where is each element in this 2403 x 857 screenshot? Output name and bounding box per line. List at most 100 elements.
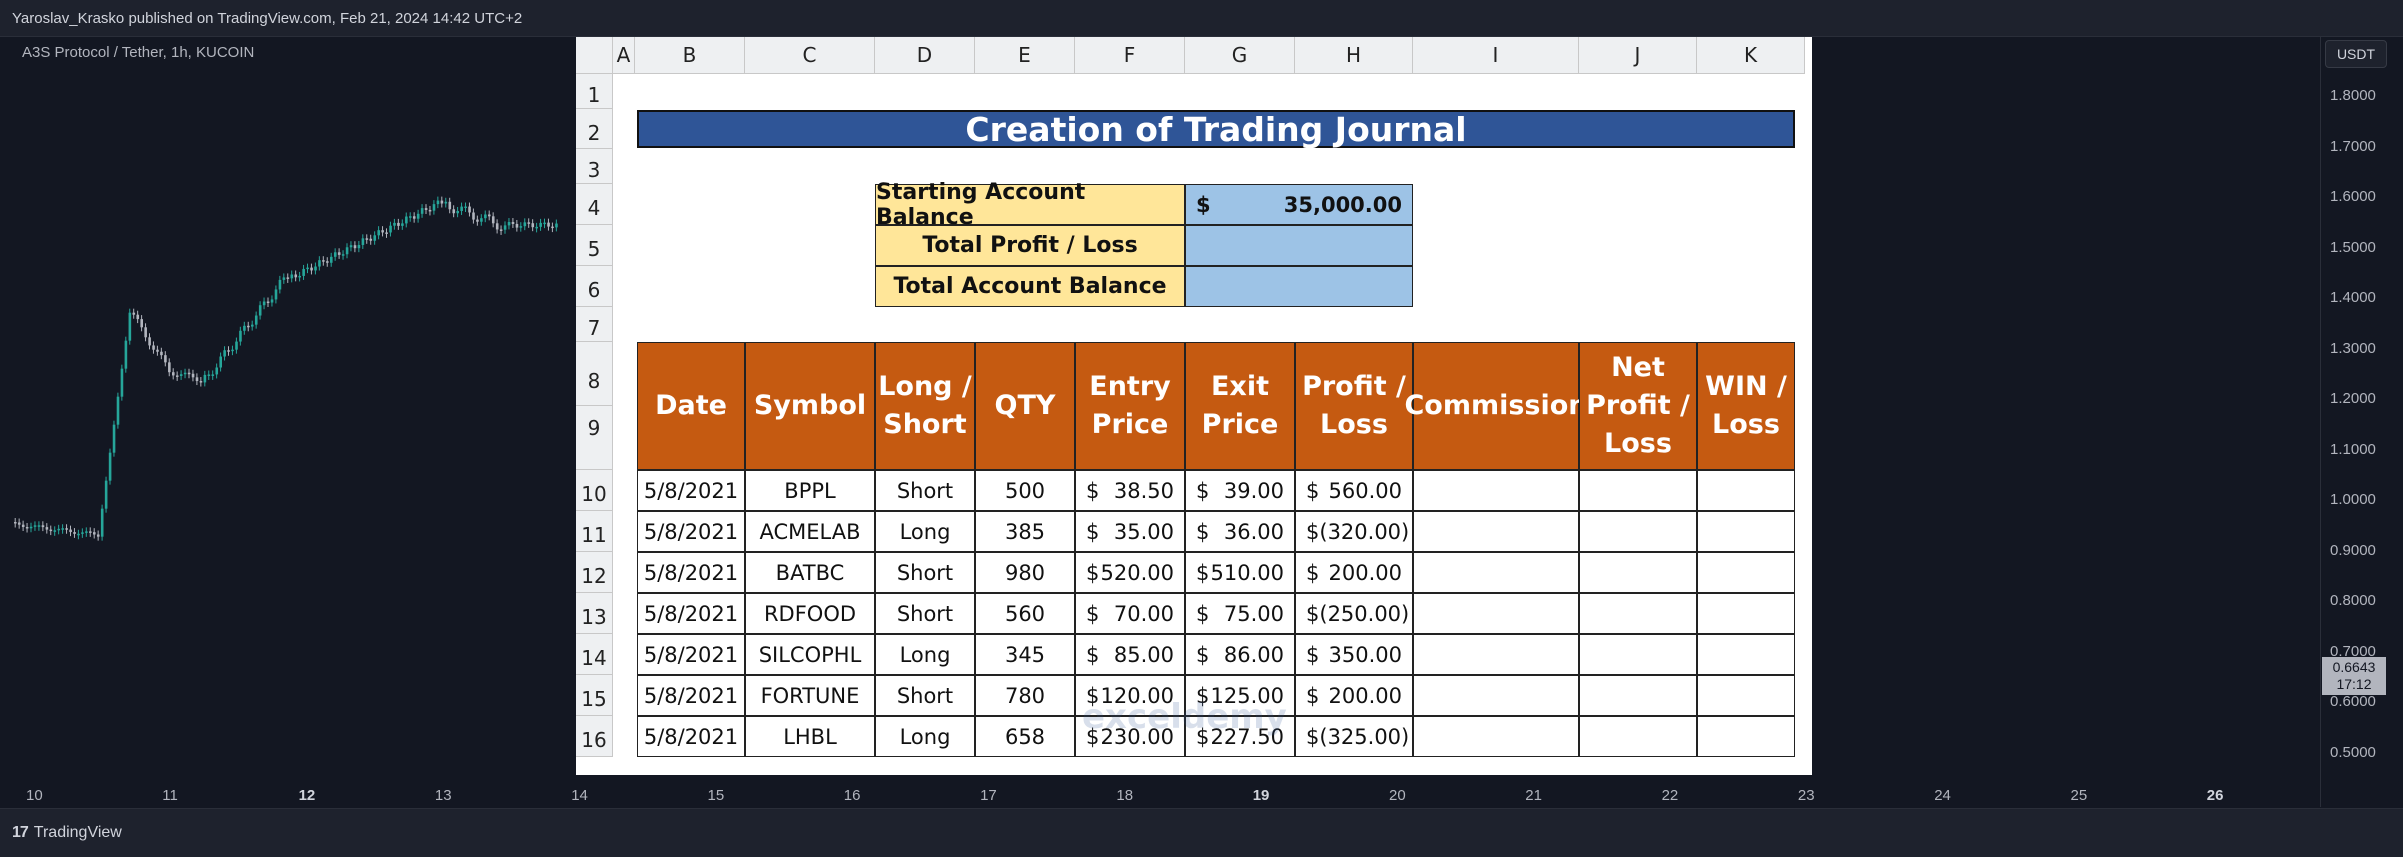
trade-side[interactable]: Long [875,511,975,552]
price-chart[interactable] [0,37,580,777]
row-header-8[interactable]: 8 [576,342,613,406]
trade-side[interactable]: Short [875,470,975,511]
trade-side[interactable]: Short [875,675,975,716]
trade-qty[interactable]: 560 [975,593,1075,634]
trade-symbol[interactable]: SILCOPHL [745,634,875,675]
trade-side[interactable]: Long [875,716,975,757]
empty-cell[interactable] [1579,593,1697,634]
empty-cell[interactable] [1697,470,1795,511]
trade-pl[interactable]: $560.00 [1295,470,1413,511]
empty-cell[interactable] [1697,552,1795,593]
row-header-1[interactable]: 1 [576,74,613,109]
trade-date[interactable]: 5/8/2021 [637,552,745,593]
trade-entry[interactable]: $70.00 [1075,593,1185,634]
row-header-13[interactable]: 13 [576,593,613,634]
trade-exit[interactable]: $86.00 [1185,634,1295,675]
column-header-C[interactable]: C [745,37,875,74]
row-header-14[interactable]: 14 [576,634,613,675]
empty-cell[interactable] [1413,593,1579,634]
trade-symbol[interactable]: LHBL [745,716,875,757]
trade-side[interactable]: Short [875,593,975,634]
empty-cell[interactable] [1697,511,1795,552]
trade-exit[interactable]: $510.00 [1185,552,1295,593]
empty-cell[interactable] [1413,675,1579,716]
trade-pl[interactable]: $350.00 [1295,634,1413,675]
row-header-10[interactable]: 10 [576,470,613,511]
trade-pl[interactable]: $200.00 [1295,675,1413,716]
summary-value[interactable] [1185,225,1413,266]
empty-cell[interactable] [1579,675,1697,716]
empty-cell[interactable] [1697,593,1795,634]
row-header-16[interactable]: 16 [576,716,613,757]
trade-date[interactable]: 5/8/2021 [637,716,745,757]
symbol-title[interactable]: A3S Protocol / Tether, 1h, KUCOIN [22,44,254,61]
empty-cell[interactable] [1697,716,1795,757]
trade-date[interactable]: 5/8/2021 [637,511,745,552]
row-header-5[interactable]: 5 [576,225,613,266]
column-header-K[interactable]: K [1697,37,1805,74]
row-header-7[interactable]: 7 [576,307,613,342]
trade-date[interactable]: 5/8/2021 [637,634,745,675]
column-header-J[interactable]: J [1579,37,1697,74]
trade-entry[interactable]: $520.00 [1075,552,1185,593]
empty-cell[interactable] [1413,470,1579,511]
trade-symbol[interactable]: FORTUNE [745,675,875,716]
trade-qty[interactable]: 658 [975,716,1075,757]
empty-cell[interactable] [1579,634,1697,675]
empty-cell[interactable] [1413,552,1579,593]
empty-cell[interactable] [1697,675,1795,716]
time-axis[interactable] [0,780,2320,808]
trade-date[interactable]: 5/8/2021 [637,675,745,716]
summary-value[interactable]: $35,000.00 [1185,184,1413,225]
empty-cell[interactable] [1579,716,1697,757]
trade-entry[interactable]: $38.50 [1075,470,1185,511]
trade-side[interactable]: Long [875,634,975,675]
empty-cell[interactable] [1579,552,1697,593]
trade-date[interactable]: 5/8/2021 [637,593,745,634]
trade-symbol[interactable]: BATBC [745,552,875,593]
tradingview-logo[interactable]: 17 TradingView [12,824,122,842]
trade-pl[interactable]: $ (250.00) [1295,593,1413,634]
column-header-I[interactable]: I [1413,37,1579,74]
trade-qty[interactable]: 980 [975,552,1075,593]
trade-pl[interactable]: $ (325.00) [1295,716,1413,757]
select-all-corner[interactable] [576,37,613,74]
empty-cell[interactable] [1413,716,1579,757]
column-header-F[interactable]: F [1075,37,1185,74]
column-header-E[interactable]: E [975,37,1075,74]
column-header-G[interactable]: G [1185,37,1295,74]
row-header-4[interactable]: 4 [576,184,613,225]
row-header-12[interactable]: 12 [576,552,613,593]
trade-entry[interactable]: $35.00 [1075,511,1185,552]
trade-symbol[interactable]: RDFOOD [745,593,875,634]
row-header-2[interactable]: 2 [576,109,613,149]
empty-cell[interactable] [1697,634,1795,675]
trade-side[interactable]: Short [875,552,975,593]
column-header-B[interactable]: B [635,37,745,74]
trade-pl[interactable]: $200.00 [1295,552,1413,593]
trade-symbol[interactable]: BPPL [745,470,875,511]
currency-button[interactable]: USDT [2325,40,2387,68]
trade-pl[interactable]: $ (320.00) [1295,511,1413,552]
trade-exit[interactable]: $75.00 [1185,593,1295,634]
empty-cell[interactable] [1579,470,1697,511]
trade-symbol[interactable]: ACMELAB [745,511,875,552]
empty-cell[interactable] [1413,511,1579,552]
trade-date[interactable]: 5/8/2021 [637,470,745,511]
trade-qty[interactable]: 780 [975,675,1075,716]
column-header-H[interactable]: H [1295,37,1413,74]
summary-value[interactable] [1185,266,1413,307]
empty-cell[interactable] [1579,511,1697,552]
row-header-9[interactable]: 9 [576,406,613,470]
trade-qty[interactable]: 345 [975,634,1075,675]
trade-exit[interactable]: $36.00 [1185,511,1295,552]
row-header-3[interactable]: 3 [576,149,613,184]
row-header-11[interactable]: 11 [576,511,613,552]
trade-entry[interactable]: $85.00 [1075,634,1185,675]
empty-cell[interactable] [1413,634,1579,675]
column-header-A[interactable]: A [613,37,635,74]
trade-qty[interactable]: 385 [975,511,1075,552]
row-header-6[interactable]: 6 [576,266,613,307]
trade-qty[interactable]: 500 [975,470,1075,511]
trade-exit[interactable]: $39.00 [1185,470,1295,511]
